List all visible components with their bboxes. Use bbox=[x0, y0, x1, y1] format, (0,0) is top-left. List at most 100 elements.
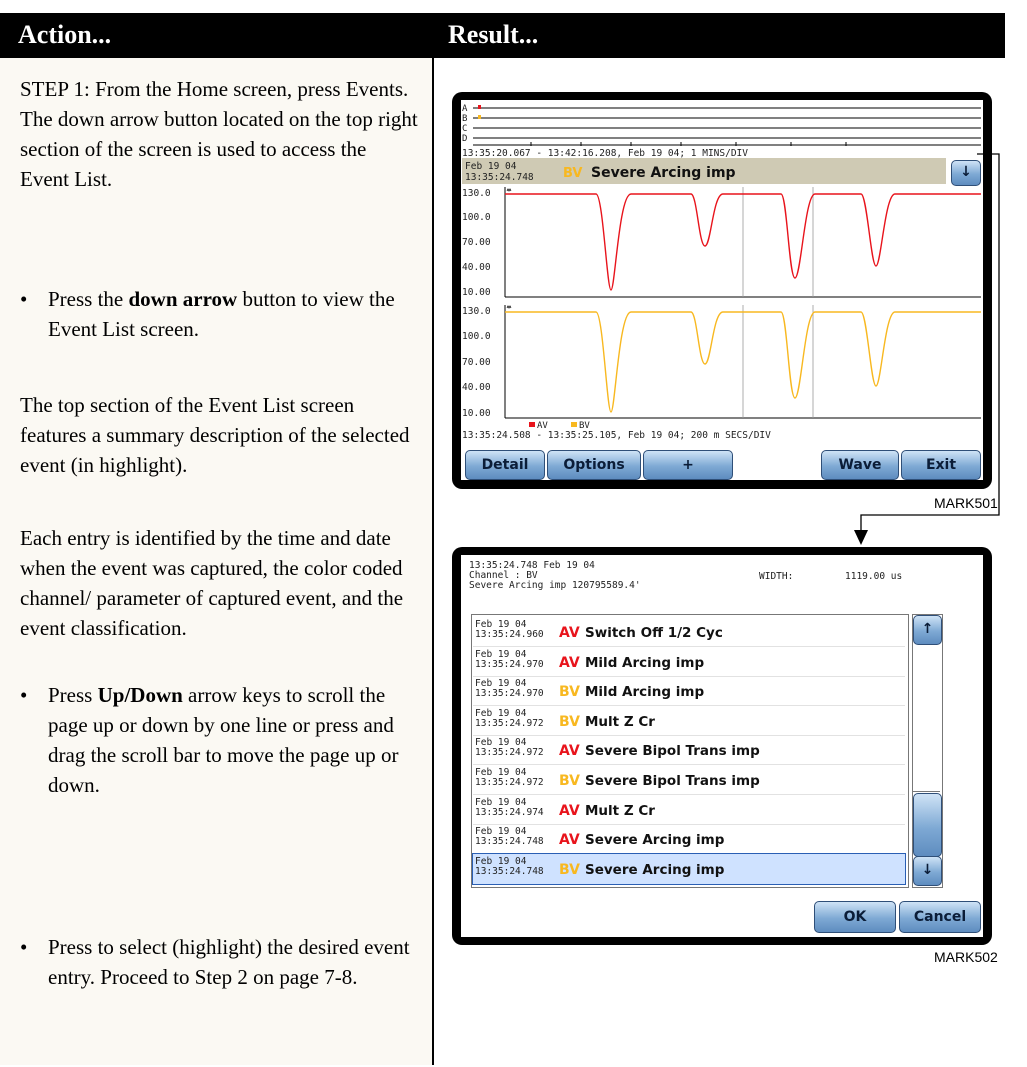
list-item[interactable]: Feb 19 04 13:35:24.972 BV Mult Z Cr bbox=[473, 706, 905, 736]
event-class: Switch Off 1/2 Cyc bbox=[585, 625, 723, 641]
event-summary: 13:35:24.748 Feb 19 04 Channel : BV Seve… bbox=[469, 561, 641, 591]
selected-event-date: Feb 19 04 bbox=[465, 161, 517, 172]
event-channel: BV bbox=[559, 861, 580, 878]
ytick-bv-130: 130.0 bbox=[462, 306, 491, 317]
scrollbar-gap bbox=[913, 645, 940, 792]
result-heading: Result... bbox=[448, 20, 539, 49]
event-channel: BV bbox=[559, 773, 580, 789]
scroll-down-button[interactable]: ↓ bbox=[913, 856, 942, 886]
event-list-screen: 13:35:24.748 Feb 19 04 Channel : BV Seve… bbox=[452, 547, 992, 945]
event-channel: BV bbox=[559, 713, 580, 730]
scrollbar-thumb[interactable] bbox=[913, 793, 942, 857]
ytick-av-70: 70.00 bbox=[462, 237, 491, 248]
ok-button[interactable]: OK bbox=[814, 901, 896, 933]
event-timestamp: Feb 19 04 13:35:24.972 bbox=[475, 768, 544, 788]
event-time: 13:35:24.970 bbox=[475, 688, 544, 700]
bullet-up-down: • Press Up/Down arrow keys to scroll the… bbox=[20, 683, 399, 797]
list-item[interactable]: Feb 19 04 13:35:24.974 AV Mult Z Cr bbox=[473, 795, 905, 825]
event-channel: AV bbox=[559, 654, 580, 671]
bullet-down-arrow: • Press the down arrow button to view th… bbox=[20, 287, 395, 341]
time-range-bottom: 13:35:24.508 - 13:35:25.105, Feb 19 04; … bbox=[462, 430, 771, 441]
event-graph: A B C D 13:35:20.067 - 13:42:16.208, Feb… bbox=[462, 104, 981, 441]
event-class: Mild Arcing imp bbox=[585, 684, 705, 701]
plus-button[interactable]: + bbox=[643, 450, 733, 480]
channel-label-d: D bbox=[462, 134, 467, 144]
down-arrow-button[interactable]: ↓ bbox=[951, 160, 981, 186]
event-time: 13:35:24.972 bbox=[475, 777, 544, 788]
scroll-up-button[interactable]: ↑ bbox=[913, 615, 942, 645]
column-divider bbox=[432, 58, 434, 1065]
selected-event-time: 13:35:24.748 bbox=[465, 172, 534, 183]
event-timestamp: Feb 19 04 13:35:24.970 bbox=[475, 649, 544, 670]
event-class: Mild Arcing imp bbox=[585, 654, 705, 671]
arrow-up-icon: ↑ bbox=[921, 621, 934, 637]
ytick-av-40: 40.00 bbox=[462, 262, 491, 273]
event-time: 13:35:24.972 bbox=[475, 747, 544, 759]
ytick-av-130: 130.0 bbox=[462, 188, 491, 199]
ytick-av-100: 100.0 bbox=[462, 212, 491, 223]
channel-label-b: B bbox=[462, 114, 467, 124]
list-item[interactable]: Feb 19 04 13:35:24.972 AV Severe Bipol Tran… bbox=[473, 735, 905, 766]
width-label: WIDTH: bbox=[759, 571, 794, 582]
event-timestamp: Feb 19 04 13:35:24.972 bbox=[475, 738, 544, 758]
arrow-down-icon: ↓ bbox=[921, 862, 934, 878]
list-item[interactable]: Feb 19 04 13:35:24.748 AV Severe Arcing imp bbox=[473, 824, 905, 855]
channel-strip: A B C D bbox=[462, 104, 981, 146]
event-channel: AV bbox=[559, 832, 580, 849]
plot-av: 130.0 100.0 70.00 40.00 10.00 bbox=[462, 187, 981, 298]
event-timestamp: Feb 19 04 13:35:24.960 bbox=[475, 620, 544, 640]
list-item[interactable]: Feb 19 04 13:35:24.960 AV Switch Off 1/2 Cy… bbox=[473, 617, 905, 647]
event-timestamp: Feb 19 04 13:35:24.748 bbox=[475, 827, 544, 847]
event-timestamp: Feb 19 04 13:35:24.970 bbox=[475, 679, 544, 699]
ytick-bv-100: 100.0 bbox=[462, 331, 491, 342]
cancel-button[interactable]: Cancel bbox=[899, 901, 981, 933]
figure-label-502: MARK502 bbox=[934, 949, 998, 965]
time-range-top: 13:35:20.067 - 13:42:16.208, Feb 19 04; … bbox=[462, 148, 748, 159]
list-item[interactable]: Feb 19 04 13:35:24.972 BV Severe Bipol Tran… bbox=[473, 765, 905, 795]
channel-label-c: C bbox=[462, 124, 467, 134]
event-timestamp: Feb 19 04 13:35:24.974 bbox=[475, 797, 544, 818]
table-header: Action... Result... bbox=[0, 13, 1005, 58]
arrow-down-icon: ↓ bbox=[960, 164, 972, 180]
selected-event-channel: BV bbox=[563, 166, 582, 181]
list-item[interactable]: Feb 19 04 13:35:24.748 BV Severe Arcing imp bbox=[472, 852, 906, 885]
exit-button[interactable]: Exit bbox=[901, 450, 981, 480]
detail-button[interactable]: Detail bbox=[465, 450, 545, 480]
plot-bv: 130.0 100.0 70.00 40.00 10.00 bbox=[462, 305, 981, 419]
list-item[interactable]: Feb 19 04 13:35:24.970 BV Mild Arcing imp bbox=[473, 676, 905, 707]
summary-event: Severe Arcing imp 120795589.4' bbox=[469, 580, 641, 591]
event-time: 13:35:24.974 bbox=[475, 806, 544, 818]
ytick-av-10: 10.00 bbox=[462, 287, 491, 298]
action-heading: Action... bbox=[18, 20, 112, 49]
entry-paragraph: Each entry is identified by the time and… bbox=[20, 526, 404, 640]
list-item[interactable]: Feb 19 04 13:35:24.970 AV Mild Arcing imp bbox=[473, 647, 905, 677]
event-time: 13:35:24.748 bbox=[475, 865, 544, 877]
event-timestamp: Feb 19 04 13:35:24.972 bbox=[475, 708, 544, 729]
event-timestamp: Feb 19 04 13:35:24.748 bbox=[475, 856, 544, 877]
event-time: 13:35:24.972 bbox=[475, 717, 544, 729]
event-channel: AV bbox=[559, 625, 580, 641]
ytick-bv-70: 70.00 bbox=[462, 357, 491, 368]
event-class: Severe Arcing imp bbox=[585, 832, 725, 849]
event-channel: BV bbox=[559, 684, 580, 701]
event-class: Severe Arcing imp bbox=[585, 861, 725, 878]
ytick-bv-10: 10.00 bbox=[462, 408, 491, 419]
step1-text: STEP 1: From the Home screen, press Even… bbox=[20, 77, 418, 191]
selected-event-class: Severe Arcing imp bbox=[591, 165, 736, 181]
event-graph-screen: A B C D 13:35:20.067 - 13:42:16.208, Feb… bbox=[452, 92, 992, 489]
summary-paragraph: The top section of the Event List screen… bbox=[20, 393, 410, 477]
event-class: Severe Bipol Trans imp bbox=[585, 773, 760, 789]
event-class: Mult Z Cr bbox=[585, 802, 655, 819]
event-time: 13:35:24.960 bbox=[475, 629, 544, 640]
ytick-bv-40: 40.00 bbox=[462, 382, 491, 393]
options-button[interactable]: Options bbox=[547, 450, 641, 480]
wave-button[interactable]: Wave bbox=[821, 450, 899, 480]
width-value: 1119.00 us bbox=[845, 571, 903, 582]
event-time: 13:35:24.748 bbox=[475, 836, 544, 848]
event-channel: AV bbox=[559, 743, 580, 760]
event-class: Mult Z Cr bbox=[585, 713, 655, 730]
event-time: 13:35:24.970 bbox=[475, 658, 544, 670]
event-channel: AV bbox=[559, 802, 580, 819]
figure-label-501: MARK501 bbox=[934, 495, 998, 511]
event-class: Severe Bipol Trans imp bbox=[585, 743, 760, 760]
